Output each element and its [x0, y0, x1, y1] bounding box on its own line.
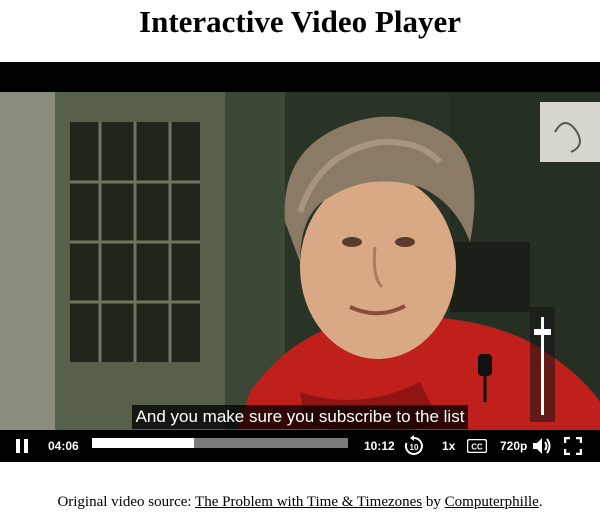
- channel-link[interactable]: Computerphille: [445, 494, 539, 510]
- skip-seconds: 10: [410, 443, 419, 452]
- caption-text: And you make sure you subscribe to the l…: [131, 405, 469, 429]
- fullscreen-icon: [564, 437, 582, 455]
- source-credit: Original video source: The Problem with …: [0, 493, 600, 511]
- total-time: 10:12: [364, 439, 395, 453]
- credit-prefix: Original video source:: [57, 494, 196, 510]
- subtitle-caption: And you make sure you subscribe to the l…: [0, 405, 600, 429]
- progress-bar[interactable]: [92, 438, 348, 448]
- page-title: Interactive Video Player: [139, 4, 461, 39]
- video-source-link[interactable]: The Problem with Time & Timezones: [195, 494, 422, 510]
- speed-button[interactable]: 1x: [442, 430, 455, 462]
- credit-by: by: [422, 494, 445, 510]
- progress-fill: [92, 438, 195, 448]
- credit-suffix: .: [538, 494, 543, 510]
- pause-icon: [16, 439, 28, 453]
- fullscreen-button[interactable]: [564, 430, 584, 462]
- quality-button[interactable]: 720p: [500, 430, 527, 462]
- volume-button[interactable]: [532, 430, 552, 462]
- captions-button[interactable]: CC: [467, 430, 487, 462]
- current-time: 04:06: [48, 439, 79, 453]
- replay-10-icon: 10: [404, 435, 423, 455]
- skip-back-button[interactable]: 10: [402, 430, 426, 462]
- cc-label: CC: [471, 443, 483, 452]
- cc-icon: CC: [467, 439, 487, 453]
- video-player[interactable]: And you make sure you subscribe to the l…: [0, 62, 600, 462]
- volume-handle[interactable]: [534, 328, 551, 335]
- volume-slider[interactable]: [530, 307, 555, 422]
- player-controls: 04:06 10:12 10 1x CC 720p: [0, 430, 600, 462]
- pause-button[interactable]: [14, 430, 34, 462]
- volume-icon: [533, 438, 551, 454]
